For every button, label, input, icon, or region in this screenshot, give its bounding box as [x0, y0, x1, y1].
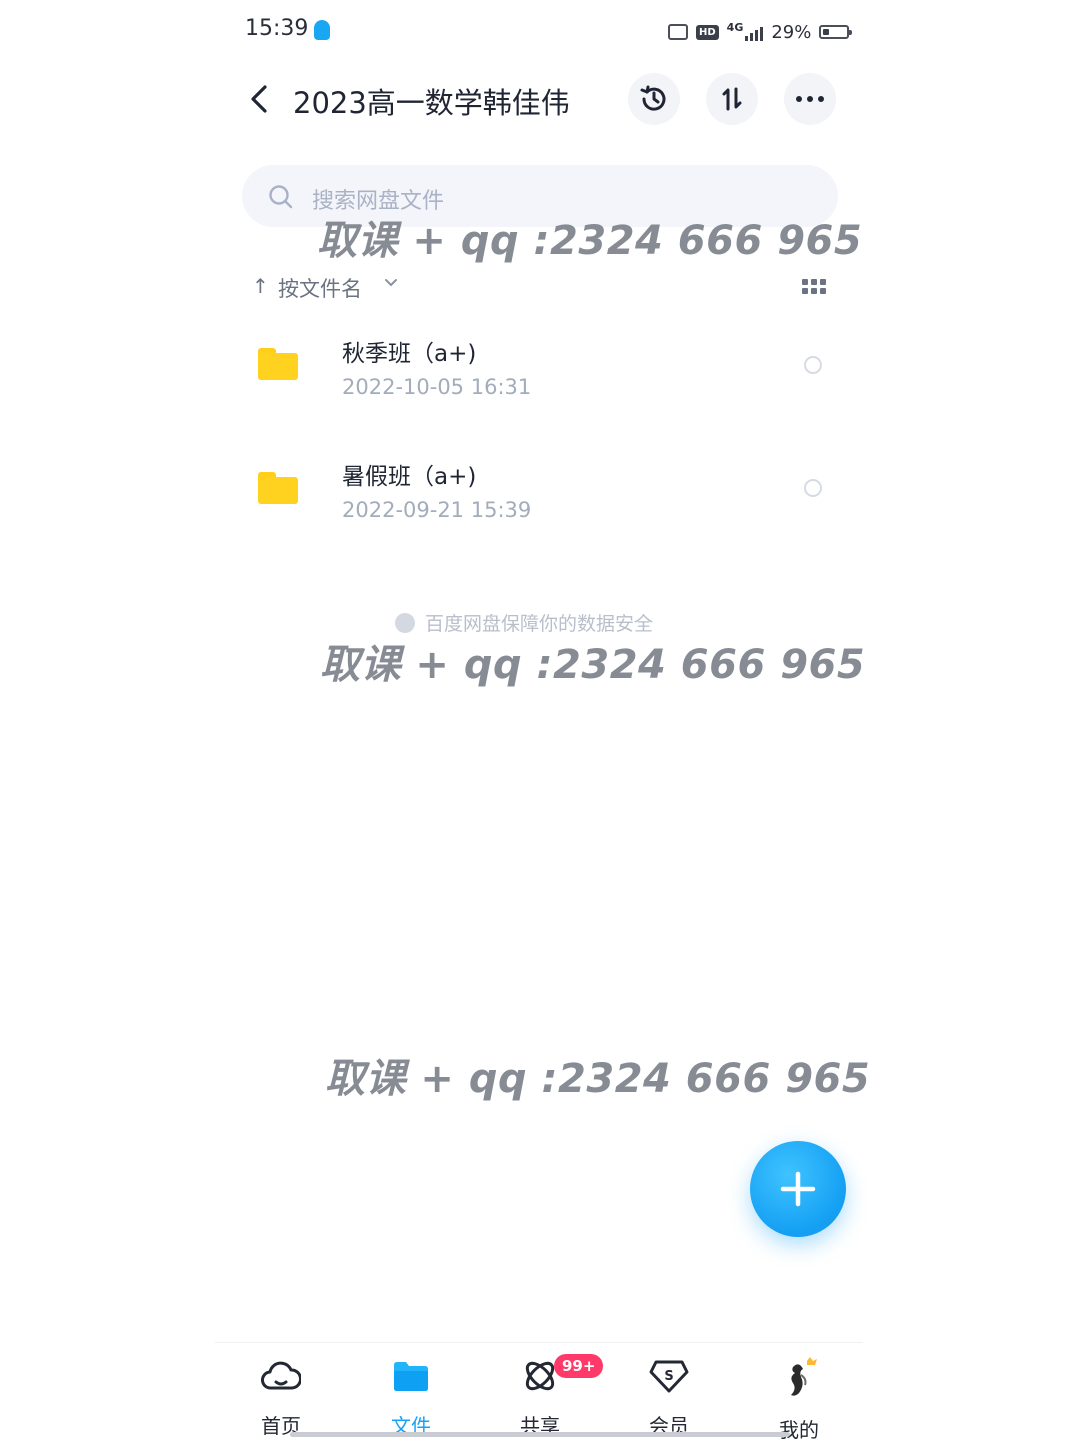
- nav-item-vip[interactable]: S 会员: [614, 1356, 724, 1439]
- file-date: 2022-09-21 15:39: [342, 498, 532, 522]
- history-icon: [640, 85, 666, 111]
- file-row[interactable]: 暑假班（a+) 2022-09-21 15:39: [242, 435, 838, 545]
- transfer-icon: [722, 87, 742, 111]
- transfer-button[interactable]: [706, 73, 758, 125]
- more-button[interactable]: [784, 73, 836, 125]
- watermark: 取课 + qq :2324 666 965: [325, 1056, 871, 1102]
- watermark: 取课 + qq :2324 666 965: [320, 642, 866, 688]
- plus-icon: [780, 1171, 816, 1207]
- back-button[interactable]: [244, 82, 274, 116]
- back-icon: [251, 85, 267, 113]
- hd-icon: HD: [696, 24, 719, 40]
- select-radio[interactable]: [804, 479, 822, 497]
- battery-icon: [819, 25, 853, 39]
- file-name: 暑假班（a+): [342, 464, 477, 490]
- file-name: 秋季班（a+): [342, 341, 477, 367]
- page-title: 2023高一数学韩佳伟: [293, 86, 570, 120]
- sort-by-name[interactable]: 按文件名: [278, 273, 362, 303]
- folder-icon: [394, 1362, 428, 1391]
- chevron-down-icon[interactable]: [384, 278, 398, 288]
- watermark: 取课 + qq :2324 666 965: [317, 218, 863, 264]
- add-button[interactable]: [750, 1141, 846, 1237]
- battery-fill: [823, 29, 830, 35]
- status-time: 15:39: [245, 16, 309, 41]
- grid-view-icon[interactable]: [802, 279, 826, 294]
- history-button[interactable]: [628, 73, 680, 125]
- sort-direction-icon[interactable]: ↑: [252, 274, 269, 298]
- file-date: 2022-10-05 16:31: [342, 375, 532, 399]
- search-icon: [269, 185, 293, 209]
- qq-bell-icon: [314, 20, 330, 40]
- share-badge: 99+: [554, 1354, 604, 1378]
- avatar: [777, 1356, 821, 1400]
- svg-text:S: S: [664, 1369, 673, 1384]
- vibrate-icon: [668, 24, 688, 40]
- nav-item-home[interactable]: 首页: [226, 1356, 336, 1439]
- nav-item-profile[interactable]: 我的: [744, 1356, 854, 1442]
- battery-percent: 29%: [771, 21, 812, 43]
- nav-divider: [215, 1342, 863, 1343]
- vip-icon: S: [649, 1360, 689, 1393]
- nav-item-files[interactable]: 文件: [356, 1356, 466, 1439]
- shield-paw-icon: [395, 612, 415, 633]
- network-type: 4G: [726, 20, 744, 34]
- signal-icon: [745, 23, 764, 41]
- file-row[interactable]: 秋季班（a+) 2022-10-05 16:31: [242, 312, 838, 422]
- folder-icon: [258, 472, 298, 504]
- select-radio[interactable]: [804, 356, 822, 374]
- cloud-home-icon: [261, 1361, 301, 1390]
- status-icons: HD 4G 29%: [668, 18, 853, 46]
- home-indicator[interactable]: [290, 1432, 790, 1437]
- more-icon: [796, 96, 824, 102]
- folder-icon: [258, 348, 298, 380]
